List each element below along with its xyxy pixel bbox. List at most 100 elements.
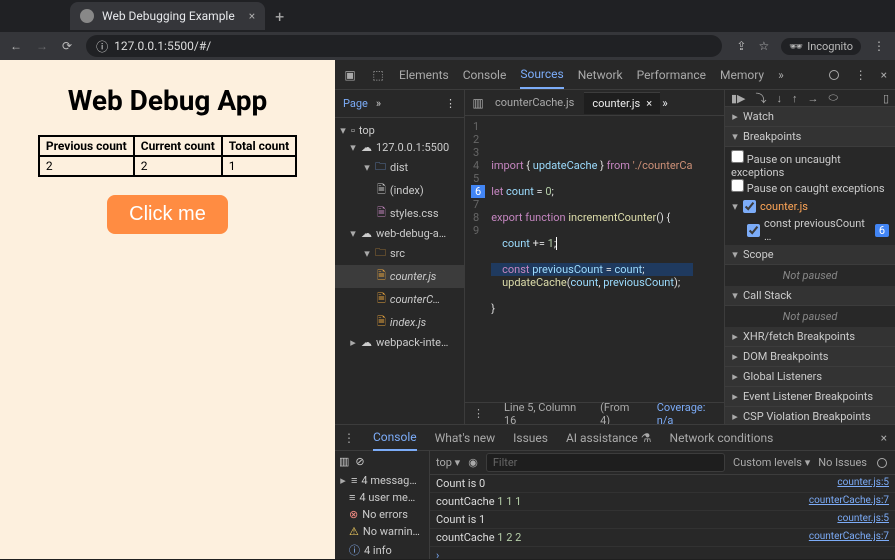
- console-output[interactable]: Count is 0counter.js:5 countCache 1 1 1c…: [430, 475, 895, 559]
- sidebar-toggle-icon[interactable]: ▥: [339, 455, 349, 468]
- breakpoint-file[interactable]: ▾counter.js: [725, 198, 895, 215]
- levels-selector[interactable]: Custom levels ▾: [733, 456, 810, 469]
- close-devtools-icon[interactable]: ×: [881, 68, 887, 82]
- tree-counterc[interactable]: counterC…: [390, 293, 440, 306]
- tree-webdebug[interactable]: web-debug-a…: [376, 227, 446, 240]
- tab-console[interactable]: Console: [463, 68, 507, 82]
- subtab-page[interactable]: Page: [343, 97, 368, 110]
- bp-file-checkbox[interactable]: [743, 200, 756, 213]
- drawer-menu-icon[interactable]: ⋮: [343, 431, 355, 445]
- back-button[interactable]: ←: [10, 39, 22, 53]
- xhr-bp-header[interactable]: ▸XHR/fetch Breakpoints: [725, 327, 895, 347]
- settings-icon[interactable]: [827, 68, 841, 82]
- tree-src[interactable]: src: [390, 247, 405, 260]
- toggle-console-icon[interactable]: ⋮: [473, 407, 484, 420]
- context-selector[interactable]: top ▾: [436, 456, 460, 469]
- tab-performance[interactable]: Performance: [637, 68, 706, 82]
- deactivate-bp-icon[interactable]: ⬭: [829, 91, 838, 105]
- share-icon[interactable]: ⇪: [736, 39, 746, 53]
- close-drawer-icon[interactable]: ×: [881, 431, 887, 445]
- url-text: 127.0.0.1:5500/#/: [114, 39, 211, 53]
- code-line: }: [491, 302, 692, 315]
- pause-caught-checkbox[interactable]: [731, 179, 744, 192]
- tree-counter[interactable]: counter.js: [390, 270, 436, 283]
- dom-bp-header[interactable]: ▸DOM Breakpoints: [725, 347, 895, 367]
- file-tab-counter[interactable]: counter.js×: [584, 92, 660, 114]
- drawer-tab-network[interactable]: Network conditions: [670, 431, 774, 445]
- tree-indexjs[interactable]: index.js: [390, 316, 426, 329]
- log-source-link[interactable]: counterCache.js:7: [809, 495, 889, 508]
- more-tabs-icon[interactable]: »: [778, 68, 784, 82]
- drawer-tab-whatsnew[interactable]: What's new: [435, 431, 496, 445]
- console-sidebar[interactable]: ▥ ⊘ ▸≡4 messag… ≡4 user me… ⊗No errors ⚠…: [335, 451, 430, 559]
- tree-host[interactable]: 127.0.0.1:5500: [376, 141, 449, 154]
- no-issues-badge[interactable]: No Issues: [818, 456, 867, 469]
- tab-sources[interactable]: Sources: [520, 67, 563, 89]
- tree-index[interactable]: (index): [390, 184, 424, 197]
- tree-webpack[interactable]: webpack-inte…: [376, 336, 448, 349]
- log-source-link[interactable]: counter.js:5: [837, 513, 889, 526]
- drawer-tab-ai[interactable]: AI assistance ⚗: [566, 431, 652, 445]
- pause-uncaught-checkbox[interactable]: [731, 150, 744, 163]
- collapse-icon[interactable]: ▯: [883, 92, 889, 105]
- step-into-icon[interactable]: ↓: [777, 92, 783, 105]
- nav-icon[interactable]: ▥: [471, 96, 485, 110]
- close-tab-icon[interactable]: ×: [249, 9, 255, 23]
- bookmark-icon[interactable]: ☆: [758, 39, 769, 53]
- address-input[interactable]: ⓘ 127.0.0.1:5500/#/: [86, 35, 722, 57]
- breakpoint-entry[interactable]: const previousCount …6: [725, 215, 895, 245]
- forward-button[interactable]: →: [36, 39, 48, 53]
- close-file-icon[interactable]: ×: [646, 97, 652, 110]
- file-icon: 🗎: [377, 204, 386, 223]
- device-toolbar-icon[interactable]: ⬚: [371, 68, 385, 82]
- file-tab-countercache[interactable]: counterCache.js: [487, 92, 582, 113]
- bp-line-checkbox[interactable]: [747, 224, 760, 237]
- side-warnings[interactable]: No warnin…: [363, 525, 420, 538]
- site-info-icon[interactable]: ⓘ: [96, 38, 108, 55]
- incognito-badge[interactable]: 🕶 Incognito: [781, 38, 861, 55]
- click-me-button[interactable]: Click me: [107, 195, 228, 234]
- side-errors[interactable]: No errors: [362, 508, 408, 521]
- log-source-link[interactable]: counter.js:5: [837, 477, 889, 490]
- side-messages[interactable]: 4 messag…: [361, 474, 416, 487]
- tree-styles[interactable]: styles.css: [390, 207, 439, 220]
- clear-console-icon[interactable]: ⊘: [355, 455, 364, 468]
- more-subtabs-icon[interactable]: »: [376, 97, 381, 110]
- breakpoint-marker[interactable]: 6: [471, 185, 485, 198]
- browser-tab[interactable]: Web Debugging Example ×: [70, 2, 265, 30]
- side-user[interactable]: 4 user me…: [359, 491, 415, 504]
- coverage-link[interactable]: Coverage: n/a: [657, 401, 716, 427]
- code-line-breakpoint: const previousCount = count;: [491, 263, 692, 276]
- callstack-header[interactable]: ▾Call Stack: [725, 286, 895, 306]
- drawer-tab-issues[interactable]: Issues: [513, 431, 548, 445]
- tree-menu-icon[interactable]: ⋮: [445, 97, 456, 110]
- log-source-link[interactable]: counterCache.js:7: [809, 531, 889, 544]
- tree-dist[interactable]: dist: [390, 161, 408, 174]
- tab-elements[interactable]: Elements: [399, 68, 449, 82]
- global-listeners-header[interactable]: ▸Global Listeners: [725, 367, 895, 387]
- watch-header[interactable]: ▸Watch: [725, 107, 895, 127]
- inspect-icon[interactable]: ▣: [343, 68, 357, 82]
- pause-icon[interactable]: ▮▶: [731, 92, 746, 105]
- scope-header[interactable]: ▾Scope: [725, 245, 895, 265]
- side-info[interactable]: 4 info: [364, 544, 392, 557]
- menu-icon[interactable]: ⋮: [873, 39, 885, 53]
- step-icon[interactable]: →: [808, 92, 819, 105]
- step-over-icon[interactable]: ⤵: [756, 90, 767, 106]
- step-out-icon[interactable]: ↑: [792, 92, 798, 105]
- more-files-icon[interactable]: »: [662, 96, 668, 110]
- code-editor[interactable]: 12345 6 789 import { updateCache } from …: [465, 116, 724, 402]
- event-bp-header[interactable]: ▸Event Listener Breakpoints: [725, 387, 895, 407]
- reload-button[interactable]: ⟳: [62, 39, 72, 53]
- tab-network[interactable]: Network: [578, 68, 623, 82]
- file-tree[interactable]: Page » ⋮ ▾▫top ▾☁127.0.0.1:5500 ▾🗀dist 🗎…: [335, 90, 465, 424]
- drawer-tab-console[interactable]: Console: [373, 430, 417, 451]
- breakpoints-header[interactable]: ▾Breakpoints: [725, 127, 895, 147]
- devtools-menu-icon[interactable]: ⋮: [855, 68, 867, 82]
- new-tab-button[interactable]: +: [275, 7, 284, 26]
- tree-top[interactable]: top: [359, 124, 375, 137]
- console-settings-icon[interactable]: [875, 456, 889, 470]
- tab-memory[interactable]: Memory: [720, 68, 764, 82]
- filter-input[interactable]: Filter: [486, 453, 725, 472]
- live-expr-icon[interactable]: ◉: [468, 456, 478, 469]
